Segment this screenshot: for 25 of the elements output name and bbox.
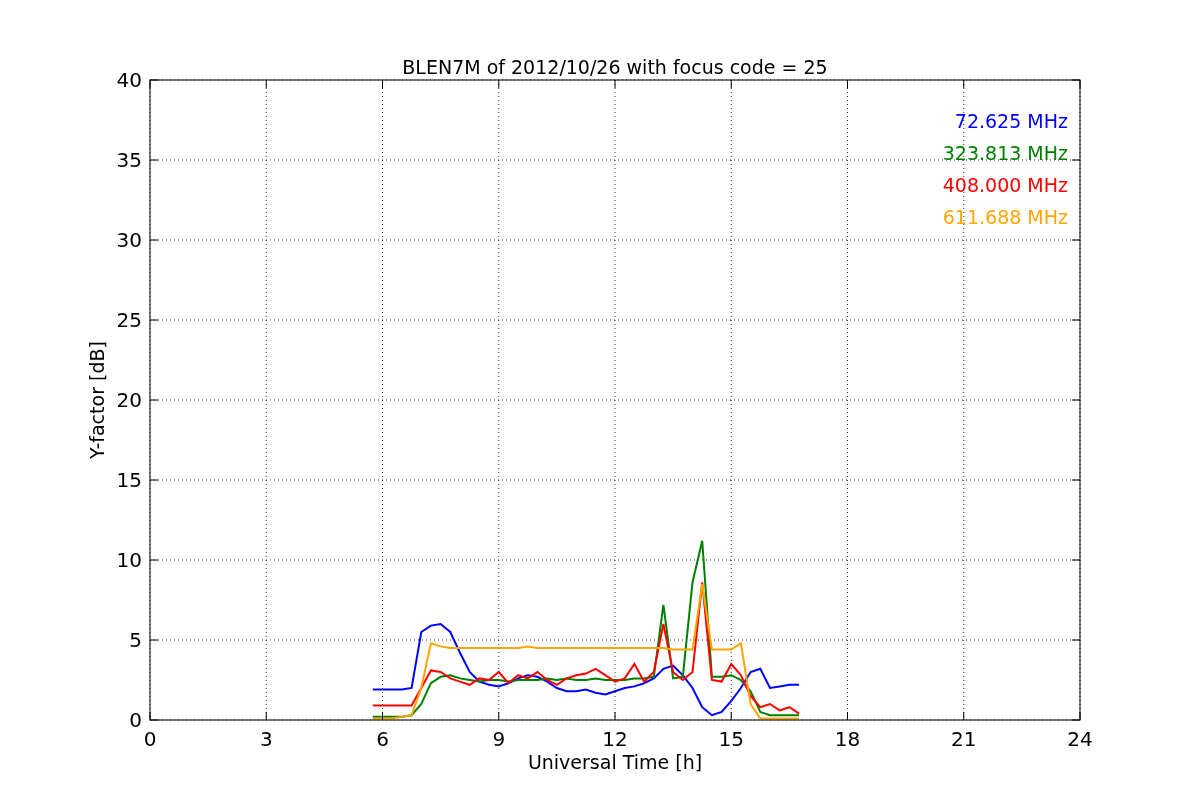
tick-label: 40 bbox=[116, 68, 142, 92]
tick-label: 20 bbox=[116, 388, 142, 412]
tick-label: 30 bbox=[116, 228, 142, 252]
tick-label: 10 bbox=[116, 548, 142, 572]
tick-label: 21 bbox=[951, 727, 977, 751]
tick-label: 25 bbox=[116, 308, 142, 332]
tick-label: 18 bbox=[834, 727, 861, 751]
y-axis-label: Y-factor [dB] bbox=[86, 341, 108, 459]
tick-label: 35 bbox=[116, 148, 142, 172]
x-axis-label: Universal Time [h] bbox=[527, 751, 703, 773]
tick-label: 12 bbox=[602, 727, 628, 751]
tick-label: 24 bbox=[1067, 727, 1093, 751]
tick-label: 6 bbox=[376, 727, 389, 751]
tick-label: 5 bbox=[129, 628, 142, 652]
legend-label: 611.688 MHz bbox=[942, 206, 1068, 228]
legend-label: 72.625 MHz bbox=[954, 110, 1068, 132]
tick-label: 3 bbox=[259, 727, 273, 751]
tick-label: 0 bbox=[143, 727, 157, 751]
tick-label: 15 bbox=[116, 468, 142, 492]
tick-label: 15 bbox=[718, 727, 744, 751]
tick-label: 9 bbox=[492, 727, 506, 751]
chart-title: BLEN7M of 2012/10/26 with focus code = 25 bbox=[402, 56, 828, 78]
tick-label: 0 bbox=[129, 708, 142, 732]
legend-label: 323.813 MHz bbox=[942, 142, 1068, 164]
legend-label: 408.000 MHz bbox=[942, 174, 1068, 196]
